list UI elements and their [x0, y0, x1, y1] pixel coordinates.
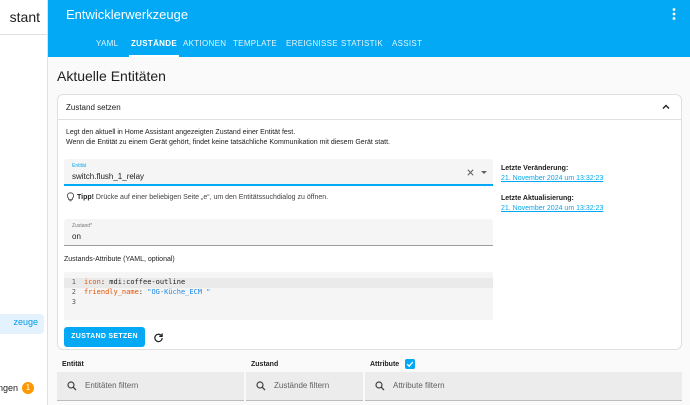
tab-actions[interactable]: AKTIONEN — [183, 39, 226, 57]
tab-template[interactable]: TEMPLATE — [233, 39, 277, 57]
entity-picker[interactable]: Entität switch.flush_1_relay — [64, 159, 493, 186]
card-description: Wenn die Entität zu einem Gerät gehört, … — [66, 139, 390, 146]
chevron-up-icon[interactable] — [661, 102, 671, 112]
set-state-button[interactable]: ZUSTAND SETZEN — [64, 327, 145, 347]
tab-statistics[interactable]: STATISTIK — [341, 39, 383, 57]
entity-filter-input[interactable]: Entitäten filtern — [57, 372, 244, 401]
filter-placeholder: Zustände filtern — [274, 381, 330, 390]
line-number: 1 — [71, 278, 76, 286]
sidebar-item-notifications[interactable]: ngen 1 — [0, 380, 47, 400]
sidebar-divider — [0, 34, 47, 35]
column-header-state[interactable]: Zustand — [251, 361, 278, 368]
tab-states[interactable]: ZUSTÄNDE — [129, 39, 179, 57]
state-field-label: Zustand* — [72, 223, 93, 229]
attributes-yaml-editor[interactable]: 1 icon: mdi:coffee-outline 2 friendly_na… — [64, 272, 493, 320]
card-divider — [58, 119, 681, 120]
attributes-label: Zustands-Attribute (YAML, optional) — [64, 256, 175, 263]
tab-bar: YAML ZUSTÄNDE AKTIONEN TEMPLATE EREIGNIS… — [48, 34, 690, 57]
notification-badge: 1 — [22, 382, 34, 394]
set-state-card: Zustand setzen Legt den aktuell in Home … — [57, 94, 682, 350]
tip-bold: Tipp! — [77, 193, 94, 201]
filter-placeholder: Attribute filtern — [393, 381, 445, 390]
dropdown-icon[interactable] — [481, 171, 487, 174]
lightbulb-icon — [66, 192, 75, 202]
last-updated: Letzte Aktualisierung: 21. November 2024… — [501, 195, 603, 212]
tab-assist[interactable]: ASSIST — [392, 39, 422, 57]
attribute-filter-input[interactable]: Attribute filtern — [365, 372, 682, 401]
yaml-value: mdi:coffee-outline — [109, 278, 186, 286]
code-line: 2 friendly_name: "OG-Küche_ECM " — [64, 288, 493, 298]
sidebar-title-text: stant — [9, 9, 40, 25]
sidebar: stant zeuge ngen 1 — [0, 0, 48, 405]
page-header-title: Entwicklerwerkzeuge — [66, 7, 189, 22]
sidebar-item-label: ngen — [0, 383, 18, 393]
last-changed-value[interactable]: 21. November 2024 um 13:32:23 — [501, 175, 603, 182]
sidebar-item-label: zeuge — [13, 317, 38, 327]
dots-vertical-icon[interactable] — [666, 6, 682, 22]
sidebar-item-developer-tools[interactable]: zeuge — [0, 314, 44, 334]
code-line: 3 — [64, 298, 493, 308]
yaml-key: icon — [84, 278, 101, 286]
last-updated-label: Letzte Aktualisierung: — [501, 195, 574, 202]
search-icon — [375, 381, 385, 391]
entity-field-label: Entität — [72, 163, 87, 169]
card-description: Legt den aktuell in Home Assistant angez… — [66, 129, 296, 136]
last-changed: Letzte Veränderung: 21. November 2024 um… — [501, 165, 603, 182]
yaml-value: "OG-Küche_ECM " — [147, 288, 211, 296]
code-line: 1 icon: mdi:coffee-outline — [64, 278, 493, 288]
top-app-bar: Entwicklerwerkzeuge YAML ZUSTÄNDE AKTION… — [48, 0, 690, 57]
entity-field-value[interactable]: switch.flush_1_relay — [72, 172, 144, 181]
search-icon — [67, 381, 77, 391]
tab-yaml[interactable]: YAML — [96, 39, 118, 57]
state-field[interactable]: Zustand* on — [64, 219, 493, 246]
state-filter-input[interactable]: Zustände filtern — [246, 372, 363, 401]
refresh-icon[interactable] — [153, 332, 164, 343]
last-changed-label: Letzte Veränderung: — [501, 165, 569, 172]
close-icon[interactable] — [466, 168, 475, 177]
tip-body: Drücke auf einer beliebigen Seite „e“, u… — [93, 193, 329, 201]
state-field-value[interactable]: on — [72, 232, 81, 241]
column-header-attributes[interactable]: Attribute — [370, 361, 399, 368]
card-title[interactable]: Zustand setzen — [66, 103, 121, 112]
filter-placeholder: Entitäten filtern — [85, 381, 139, 390]
tab-events[interactable]: EREIGNISSE — [286, 39, 338, 57]
column-header-entity[interactable]: Entität — [62, 361, 84, 368]
tip-text: Tipp! Drücke auf einer beliebigen Seite … — [66, 192, 328, 202]
page-title: Aktuelle Entitäten — [57, 68, 166, 84]
search-icon — [256, 381, 266, 391]
sidebar-title: stant — [0, 9, 47, 29]
line-number: 3 — [71, 298, 76, 306]
last-updated-value[interactable]: 21. November 2024 um 13:32:23 — [501, 205, 603, 212]
yaml-key: friendly_name — [84, 288, 139, 296]
checkbox-icon[interactable] — [405, 359, 415, 369]
line-number: 2 — [71, 288, 76, 296]
